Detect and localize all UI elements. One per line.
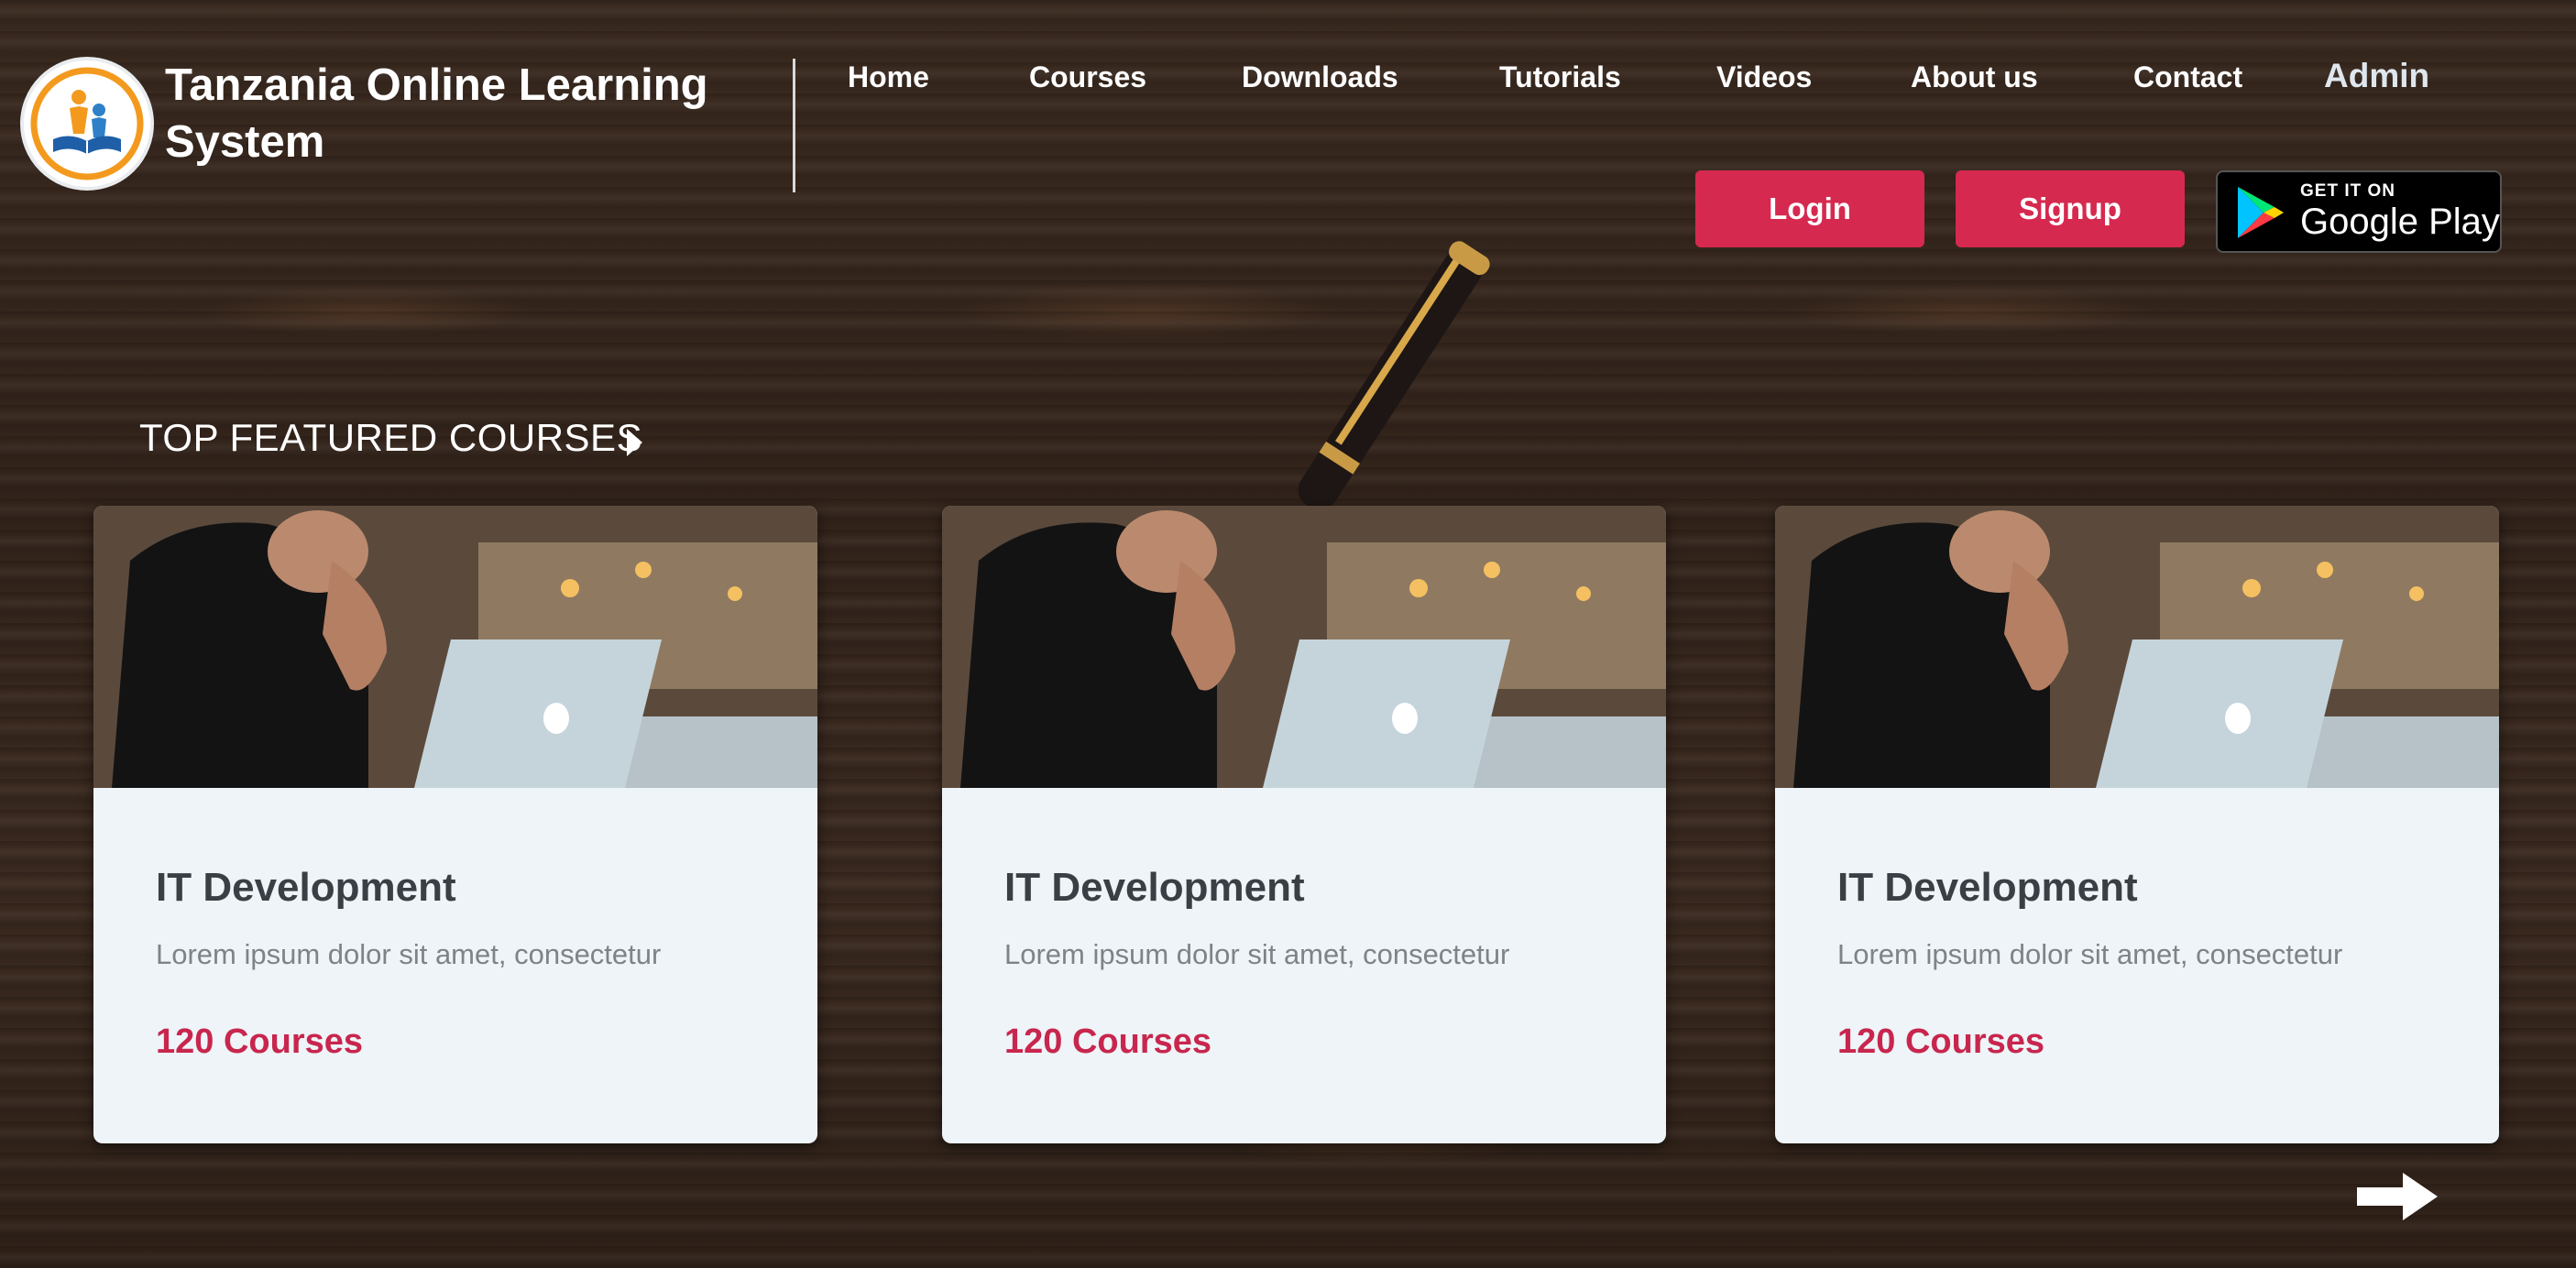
nav-videos[interactable]: Videos <box>1716 60 1812 94</box>
site-title-line1: Tanzania Online Learning <box>165 60 708 110</box>
logo[interactable] <box>20 57 154 191</box>
course-title: IT Development <box>1004 865 1305 910</box>
course-description: Lorem ipsum dolor sit amet, consectetur <box>1004 938 1510 970</box>
course-image <box>1775 506 2499 788</box>
arrow-right-icon[interactable] <box>2355 1169 2439 1224</box>
nav-admin[interactable]: Admin <box>2324 57 2429 95</box>
course-count-link[interactable]: 120 Courses <box>1837 1022 2044 1062</box>
header-divider <box>793 59 795 192</box>
course-card[interactable]: IT Development Lorem ipsum dolor sit ame… <box>93 506 817 1143</box>
course-card[interactable]: IT Development Lorem ipsum dolor sit ame… <box>942 506 1666 1143</box>
course-image <box>93 506 817 788</box>
book-reader-logo-icon <box>30 67 144 180</box>
course-description: Lorem ipsum dolor sit amet, consectetur <box>1837 938 2343 970</box>
course-title: IT Development <box>156 865 456 910</box>
google-play-big-text: Google Play <box>2300 202 2500 242</box>
nav-home[interactable]: Home <box>848 60 929 94</box>
course-card[interactable]: IT Development Lorem ipsum dolor sit ame… <box>1775 506 2499 1143</box>
nav-downloads[interactable]: Downloads <box>1242 60 1398 94</box>
nav-courses[interactable]: Courses <box>1029 60 1146 94</box>
signup-button[interactable]: Signup <box>1956 170 2185 247</box>
section-title: TOP FEATURED COURSES <box>139 416 643 459</box>
site-title[interactable]: Tanzania Online Learning System <box>165 57 751 170</box>
course-title: IT Development <box>1837 865 2138 910</box>
login-button[interactable]: Login <box>1695 170 1924 247</box>
caret-right-icon[interactable] <box>627 429 642 456</box>
course-count-link[interactable]: 120 Courses <box>156 1022 363 1062</box>
google-play-badge[interactable]: GET IT ON Google Play <box>2216 170 2502 253</box>
pen-decoration <box>1298 241 1490 510</box>
course-description: Lorem ipsum dolor sit amet, consectetur <box>156 938 662 970</box>
course-image <box>942 506 1666 788</box>
nav-tutorials[interactable]: Tutorials <box>1499 60 1621 94</box>
nav-contact[interactable]: Contact <box>2133 60 2242 94</box>
site-title-line2: System <box>165 117 325 167</box>
google-play-icon <box>2238 187 2284 238</box>
google-play-small-text: GET IT ON <box>2300 181 2395 201</box>
course-count-link[interactable]: 120 Courses <box>1004 1022 1211 1062</box>
nav-about-us[interactable]: About us <box>1911 60 2038 94</box>
